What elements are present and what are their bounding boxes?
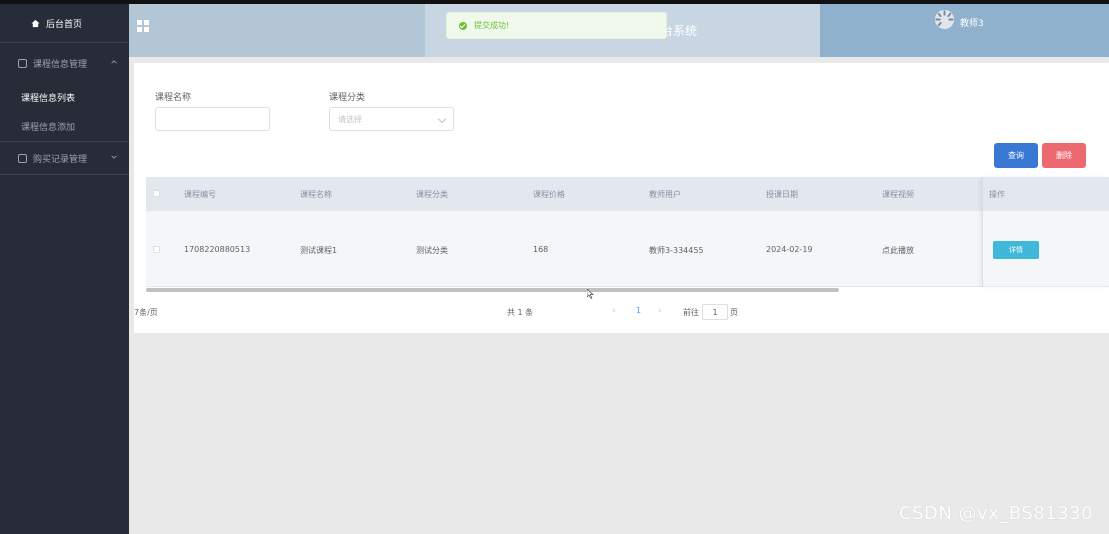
table-header: 课程编号 课程名称 课程分类 课程价格 教师用户 授课日期 课程视频 bbox=[146, 177, 1109, 211]
page-suffix: 页 bbox=[730, 307, 738, 317]
query-button[interactable]: 查询 bbox=[994, 143, 1038, 168]
page-size-select[interactable]: 7条/页 bbox=[134, 304, 158, 320]
grid-menu-icon[interactable] bbox=[137, 20, 149, 32]
sidebar-home-label: 后台首页 bbox=[46, 19, 83, 30]
avatar-icon[interactable] bbox=[934, 9, 955, 30]
prev-icon[interactable]: ‹ bbox=[612, 306, 616, 316]
header-user-panel bbox=[820, 4, 1109, 57]
select-all-checkbox[interactable] bbox=[153, 190, 160, 197]
table-row: 1708220880513 测试课程1 测试分类 168 教师3-334455 … bbox=[146, 211, 1109, 287]
page-number-current[interactable]: 1 bbox=[636, 306, 641, 315]
col-header: 课程分类 bbox=[416, 190, 448, 199]
main-panel: 课程名称 课程分类 请选择 查询 删除 课程编号 课程名称 课程分类 课程价格 … bbox=[134, 63, 1109, 333]
chevron-down-icon bbox=[111, 155, 117, 159]
detail-button[interactable]: 详情 bbox=[993, 241, 1039, 259]
pagination-total: 共 1 条 bbox=[507, 307, 534, 317]
course-name-input[interactable] bbox=[155, 107, 270, 131]
sidebar-group-course-info[interactable]: 课程信息管理 bbox=[0, 43, 129, 83]
horizontal-scrollbar[interactable] bbox=[146, 288, 839, 292]
col-header: 课程编号 bbox=[184, 190, 216, 199]
mouse-cursor-icon bbox=[587, 289, 594, 299]
chevron-up-icon bbox=[111, 60, 117, 64]
goto-page-value: 1 bbox=[712, 307, 718, 317]
delete-button[interactable]: 删除 bbox=[1042, 143, 1086, 168]
folder-icon bbox=[18, 153, 27, 163]
success-check-icon bbox=[459, 21, 467, 30]
col-header: 课程视频 bbox=[882, 190, 914, 199]
sidebar-group-purchase[interactable]: 购买记录管理 bbox=[0, 142, 129, 174]
sidebar: 后台首页 课程信息管理 课程信息列表 课程信息添加 购买记录管理 bbox=[0, 4, 129, 534]
select-arrow-icon bbox=[437, 114, 447, 124]
sidebar-group-label: 购买记录管理 bbox=[33, 154, 88, 165]
col-header: 课程价格 bbox=[533, 190, 565, 199]
cell-date: 2024-02-19 bbox=[766, 245, 813, 254]
col-header: 操作 bbox=[989, 190, 1005, 199]
course-name-label: 课程名称 bbox=[155, 93, 192, 103]
cell-code: 1708220880513 bbox=[184, 245, 251, 254]
next-icon[interactable]: › bbox=[658, 306, 662, 316]
folder-icon bbox=[18, 58, 27, 68]
course-category-select[interactable]: 请选择 bbox=[329, 107, 454, 131]
col-header: 授课日期 bbox=[766, 190, 798, 199]
cell-name: 测试课程1 bbox=[300, 246, 338, 255]
sidebar-group-label: 课程信息管理 bbox=[33, 59, 88, 70]
col-header: 课程名称 bbox=[300, 190, 332, 199]
sidebar-item-label: 课程信息添加 bbox=[21, 123, 76, 133]
success-toast: 提交成功! bbox=[446, 12, 667, 39]
cell-category: 测试分类 bbox=[416, 246, 448, 255]
col-header: 教师用户 bbox=[649, 190, 681, 199]
cell-video-link[interactable]: 点此播放 bbox=[882, 245, 914, 256]
watermark: CSDN @vx_BS81330 bbox=[899, 503, 1094, 524]
fixed-action-column: 操作 详情 bbox=[982, 177, 1109, 287]
sidebar-item-label: 课程信息列表 bbox=[21, 94, 76, 104]
sidebar-item-course-list[interactable]: 课程信息列表 bbox=[0, 83, 129, 112]
goto-label: 前往 bbox=[683, 307, 699, 317]
divider bbox=[0, 174, 129, 175]
home-icon bbox=[31, 19, 40, 28]
user-name[interactable]: 教师3 bbox=[960, 16, 984, 29]
course-table: 课程编号 课程名称 课程分类 课程价格 教师用户 授课日期 课程视频 17082… bbox=[146, 177, 1109, 294]
sidebar-item-course-add[interactable]: 课程信息添加 bbox=[0, 112, 129, 141]
select-placeholder: 请选择 bbox=[338, 114, 362, 124]
toast-message: 提交成功! bbox=[474, 21, 510, 30]
sidebar-item-home[interactable]: 后台首页 bbox=[0, 4, 129, 42]
course-category-label: 课程分类 bbox=[329, 93, 366, 103]
cell-teacher: 教师3-334455 bbox=[649, 246, 704, 255]
cell-price: 168 bbox=[533, 245, 549, 254]
goto-page-input[interactable]: 1 bbox=[702, 304, 728, 320]
row-checkbox[interactable] bbox=[153, 246, 160, 253]
page-size-value: 7条/页 bbox=[134, 307, 158, 317]
